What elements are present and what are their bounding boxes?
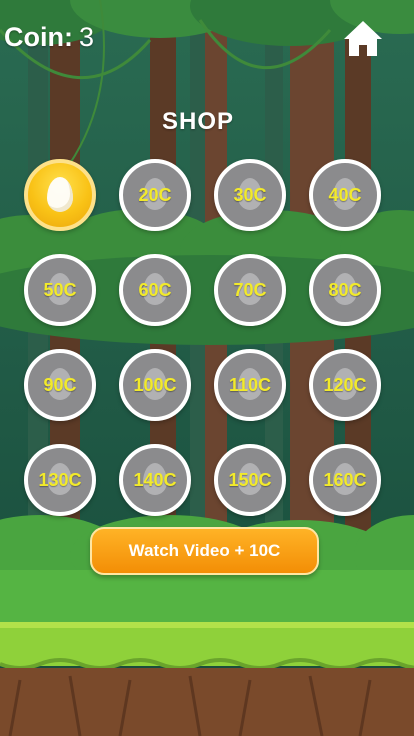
egg-price: 40C	[328, 184, 362, 205]
egg-item[interactable]: 150C	[214, 444, 286, 516]
egg-price: 130C	[38, 469, 82, 490]
egg-item[interactable]: 40C	[309, 159, 381, 231]
egg-price: 100C	[133, 374, 177, 395]
egg-price: 150C	[228, 469, 272, 490]
egg-item[interactable]: 20C	[119, 159, 191, 231]
egg-item[interactable]: 100C	[119, 349, 191, 421]
egg-price: 160C	[323, 469, 367, 490]
watch-video-button[interactable]: Watch Video + 10C	[90, 527, 319, 575]
home-button[interactable]	[342, 18, 384, 60]
egg-item[interactable]: 140C	[119, 444, 191, 516]
egg-item[interactable]: 80C	[309, 254, 381, 326]
egg-price: 140C	[133, 469, 177, 490]
coin-value: 3	[78, 22, 95, 52]
egg-item-selected[interactable]	[24, 159, 96, 231]
egg-grid: 20C 30C 40C 50C 60C 70C 80C 90C 100C 110C 120C 130C…	[24, 159, 388, 523]
coin-label: Coin:	[4, 22, 73, 52]
egg-item[interactable]: 110C	[214, 349, 286, 421]
egg-price: 70C	[233, 279, 267, 300]
egg-item[interactable]: 30C	[214, 159, 286, 231]
egg-item[interactable]: 130C	[24, 444, 96, 516]
egg-price: 20C	[138, 184, 172, 205]
egg-item[interactable]: 90C	[24, 349, 96, 421]
egg-price: 80C	[328, 279, 362, 300]
egg-price: 60C	[138, 279, 172, 300]
egg-icon	[47, 177, 73, 212]
egg-item[interactable]: 70C	[214, 254, 286, 326]
home-icon	[344, 21, 382, 56]
egg-item[interactable]: 160C	[309, 444, 381, 516]
egg-price: 110C	[228, 374, 272, 395]
egg-price: 90C	[43, 374, 77, 395]
egg-item[interactable]: 50C	[24, 254, 96, 326]
shop-title: SHOP	[161, 108, 234, 135]
egg-price: 50C	[43, 279, 77, 300]
egg-item[interactable]: 60C	[119, 254, 191, 326]
egg-item[interactable]: 120C	[309, 349, 381, 421]
egg-price: 30C	[233, 184, 267, 205]
egg-price: 120C	[323, 374, 367, 395]
coin-counter: Coin: 3	[4, 22, 94, 53]
